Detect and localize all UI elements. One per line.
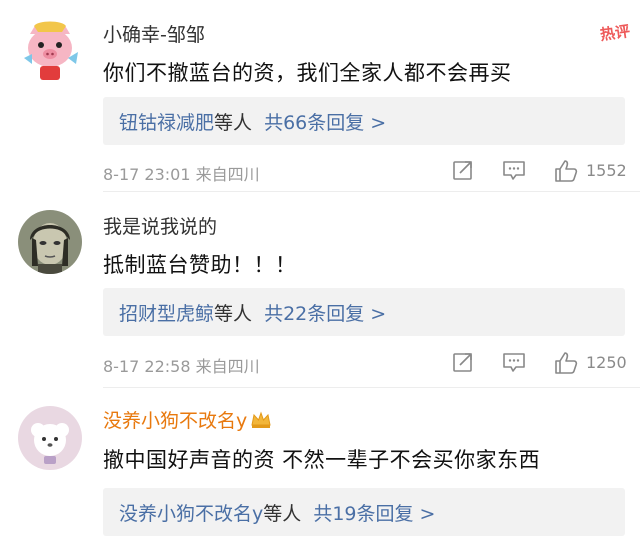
username[interactable]: 没养小狗不改名y (103, 406, 272, 433)
reply-summary[interactable]: 钮钴禄减肥等人 共66条回复 > (103, 97, 625, 145)
reply-count[interactable]: 共66条回复 > (264, 112, 386, 134)
like-count: 1552 (586, 161, 627, 180)
comment-item: 小确幸-邹邹 热评 你们不撤蓝台的资，我们全家人都不会再买 钮钴禄减肥等人 共6… (0, 0, 640, 192)
pig-avatar-icon (24, 21, 78, 80)
reply-summary-text: 钮钴禄减肥等人 共66条回复 > (119, 108, 386, 135)
like-icon[interactable] (553, 158, 579, 184)
avatar[interactable] (18, 210, 82, 274)
comment-item: 没养小狗不改名y 撤中国好声音的资 不然一辈子不会买你家东西 没养小狗不改名y等… (0, 388, 640, 554)
avatar[interactable] (18, 406, 82, 470)
reply-summary-text: 招财型虎鲸等人 共22条回复 > (119, 299, 386, 326)
comment-text: 你们不撤蓝台的资，我们全家人都不会再买 (103, 61, 512, 85)
reply-summary[interactable]: 招财型虎鲸等人 共22条回复 > (103, 288, 625, 336)
reply-names[interactable]: 没养小狗不改名y (119, 503, 263, 525)
comment-item: 我是说我说的 抵制蓝台赞助！！！ 招财型虎鲸等人 共22条回复 > 8-17 2… (0, 192, 640, 388)
username[interactable]: 我是说我说的 (103, 212, 217, 239)
timestamp-location: 8-17 22:58 来自四川 (103, 357, 260, 376)
comment-meta: 8-17 22:58 来自四川 1250 (103, 350, 633, 376)
reply-suffix: 等人 (263, 503, 302, 525)
hot-badge: 热评 (598, 21, 632, 44)
reply-names[interactable]: 钮钴禄减肥 (119, 112, 214, 134)
timestamp-location: 8-17 23:01 来自四川 (103, 165, 260, 184)
username-text: 没养小狗不改名y (103, 410, 248, 432)
reply-summary[interactable]: 没养小狗不改名y等人 共19条回复 > (103, 488, 625, 536)
username[interactable]: 小确幸-邹邹 (103, 20, 205, 47)
comment-icon[interactable] (501, 158, 527, 182)
reply-count[interactable]: 共19条回复 > (313, 503, 435, 525)
reply-names[interactable]: 招财型虎鲸 (119, 303, 214, 325)
person-avatar-icon (18, 210, 82, 274)
comment-icon[interactable] (501, 350, 527, 374)
crown-icon (251, 411, 271, 428)
like-icon[interactable] (553, 350, 579, 376)
puppy-avatar-icon (18, 406, 82, 470)
comment-text: 抵制蓝台赞助！！！ (103, 253, 297, 277)
share-icon[interactable] (451, 350, 475, 374)
reply-summary-text: 没养小狗不改名y等人 共19条回复 > (119, 499, 435, 526)
reply-count[interactable]: 共22条回复 > (264, 303, 386, 325)
comment-meta: 8-17 23:01 来自四川 1552 (103, 158, 633, 184)
reply-suffix: 等人 (214, 112, 253, 134)
reply-suffix: 等人 (214, 303, 253, 325)
avatar[interactable] (18, 18, 82, 82)
like-count: 1250 (586, 353, 627, 372)
share-icon[interactable] (451, 158, 475, 182)
comment-text: 撤中国好声音的资 不然一辈子不会买你家东西 (103, 448, 541, 472)
